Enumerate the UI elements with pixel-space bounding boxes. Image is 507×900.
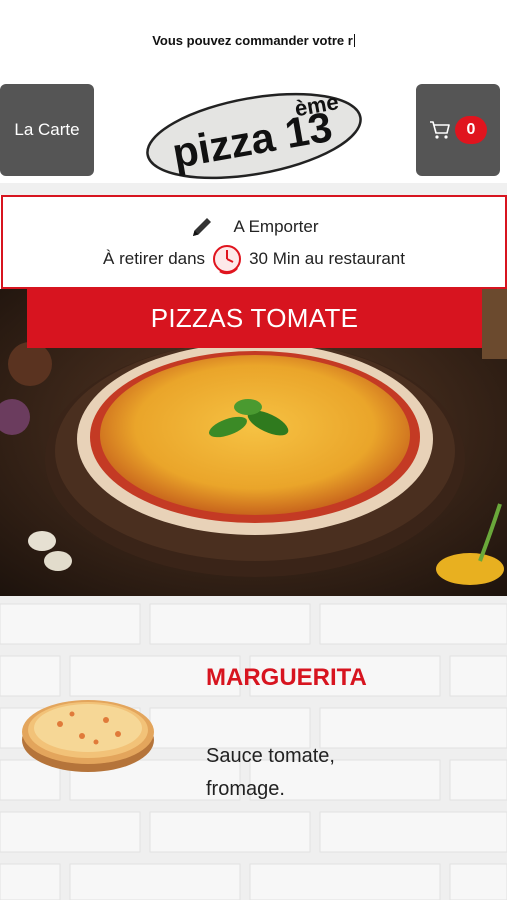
brick-divider bbox=[0, 183, 507, 195]
cart-count-badge: 0 bbox=[455, 116, 487, 144]
pizza13-logo[interactable]: pizza 13 ème bbox=[143, 86, 365, 182]
menu-button-label: La Carte bbox=[14, 120, 80, 139]
category-title: PIZZAS TOMATE bbox=[150, 303, 359, 333]
order-mode-panel[interactable]: A Emporter À retirer dans 30 Min au rest… bbox=[1, 195, 507, 289]
category-title-banner: PIZZAS TOMATE bbox=[27, 289, 482, 348]
text-caret bbox=[353, 34, 355, 47]
cart-button[interactable]: 0 bbox=[416, 84, 500, 176]
cart-icon bbox=[430, 121, 450, 139]
pencil-icon[interactable] bbox=[189, 214, 215, 240]
marquee-banner: Vous pouvez commander votre r bbox=[0, 33, 507, 48]
product-image-marguerita[interactable] bbox=[18, 680, 158, 776]
pickup-suffix: 30 Min au restaurant bbox=[249, 249, 405, 268]
order-mode-label: A Emporter bbox=[233, 217, 319, 236]
pickup-prefix: À retirer dans bbox=[103, 249, 206, 268]
clock-icon bbox=[213, 245, 242, 275]
product-name[interactable]: MARGUERITA bbox=[206, 664, 367, 692]
product-description: Sauce tomate, fromage. bbox=[206, 745, 335, 800]
marquee-text: Vous pouvez commander votre r bbox=[152, 33, 353, 48]
menu-button[interactable]: La Carte bbox=[0, 84, 94, 176]
